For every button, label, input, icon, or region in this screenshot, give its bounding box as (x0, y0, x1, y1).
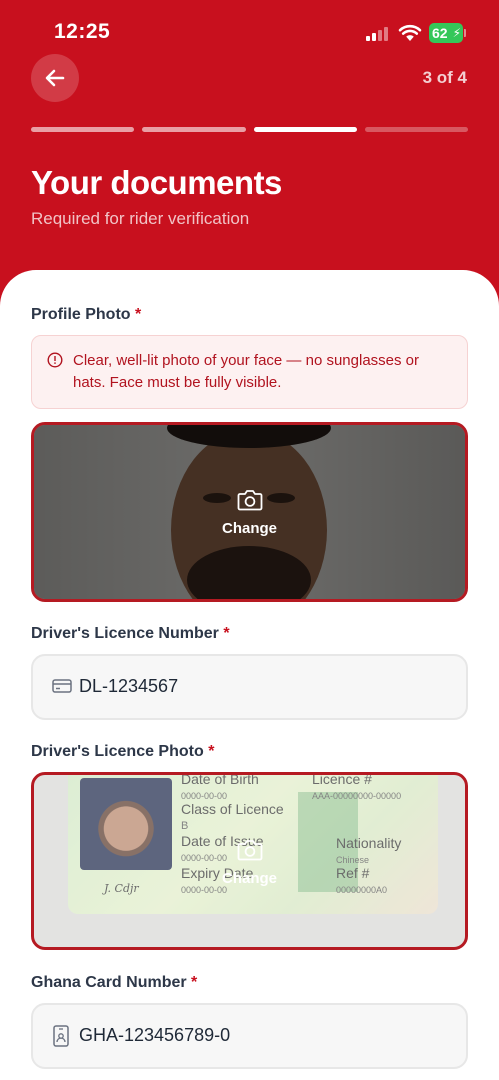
battery-tip (464, 29, 466, 37)
info-icon (47, 352, 63, 368)
ghana-card-label: Ghana Card Number * (31, 974, 197, 992)
progress-segment-1 (31, 127, 135, 132)
battery-icon: 62 ⚡ (429, 23, 463, 43)
arrow-left-icon (45, 69, 65, 87)
profile-photo-hint: Clear, well-lit photo of your face — no … (31, 335, 468, 409)
licence-number-label-text: Driver's Licence Number (31, 625, 219, 642)
status-time: 12:25 (54, 20, 111, 43)
hint-text: Clear, well-lit photo of your face — no … (73, 352, 420, 391)
id-card-icon (53, 1025, 69, 1047)
camera-icon (237, 840, 262, 861)
status-bar: 12:25 62 ⚡ (0, 0, 499, 60)
licence-number-label: Driver's Licence Number * (31, 625, 230, 643)
wifi-icon (398, 24, 422, 41)
camera-icon (237, 490, 262, 511)
required-marker: * (223, 625, 230, 642)
back-button[interactable] (31, 54, 79, 102)
ghana-card-field[interactable]: GHA-123456789-0 (31, 1003, 468, 1069)
change-licence-photo[interactable]: Change (34, 839, 465, 887)
progress-bar (31, 127, 468, 132)
required-marker: * (208, 743, 215, 760)
progress-segment-2 (142, 127, 246, 132)
licence-photo-label-text: Driver's Licence Photo (31, 743, 204, 760)
profile-photo-label-text: Profile Photo (31, 306, 131, 323)
page-title: Your documents (31, 164, 282, 201)
progress-segment-4 (364, 127, 468, 132)
required-marker: * (191, 974, 198, 991)
step-indicator: 3 of 4 (422, 68, 467, 87)
licence-number-value: DL-1234567 (79, 676, 179, 696)
battery-level: 62 (432, 25, 448, 41)
licence-photo-label: Driver's Licence Photo * (31, 743, 214, 761)
page-subtitle: Required for rider verification (31, 209, 250, 228)
charging-bolt-icon: ⚡ (452, 26, 461, 40)
licence-photo-upload[interactable]: J. Cdjr Date of Birth 0000-00-00 Licence… (31, 772, 468, 950)
ghana-card-label-text: Ghana Card Number (31, 974, 187, 991)
progress-segment-3 (253, 127, 357, 132)
profile-photo-label: Profile Photo * (31, 306, 141, 324)
profile-photo-upload[interactable]: Change (31, 422, 468, 602)
licence-number-field[interactable]: DL-1234567 (31, 654, 468, 720)
change-label: Change (221, 520, 277, 537)
ghana-card-value: GHA-123456789-0 (79, 1025, 231, 1045)
change-label: Change (221, 870, 277, 887)
change-profile-photo[interactable]: Change (34, 489, 465, 537)
required-marker: * (135, 306, 142, 323)
credit-card-icon (52, 679, 72, 693)
cellular-signal-icon (366, 27, 390, 41)
